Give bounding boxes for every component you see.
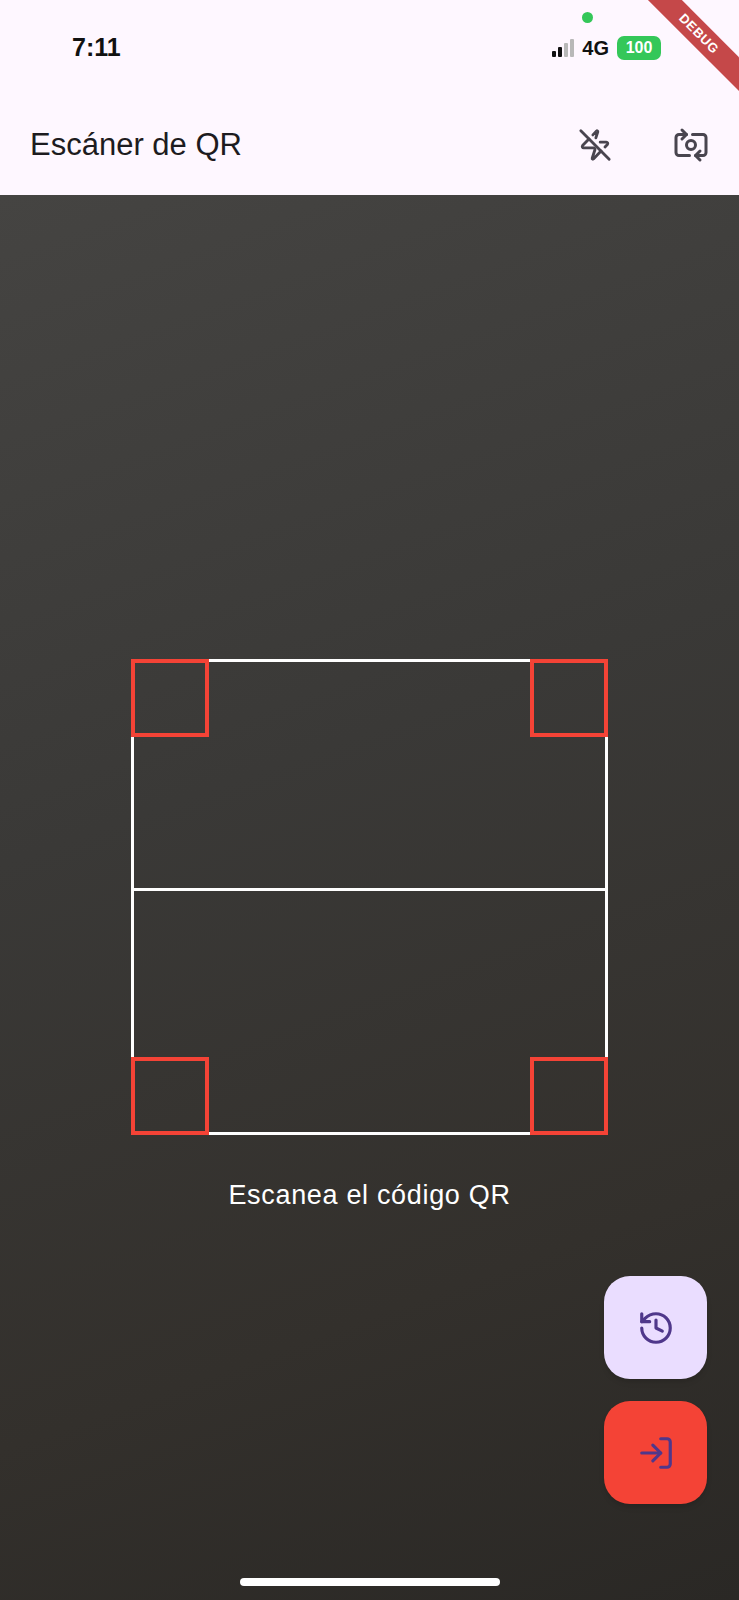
qr-scanner-screen: 7:11 4G 100 Escáner de QR Escanea el código …: [0, 0, 739, 1600]
camera-indicator: [582, 12, 593, 23]
status-time: 7:11: [72, 29, 121, 67]
switch-camera-button[interactable]: [667, 121, 715, 169]
exit-icon: [637, 1434, 675, 1472]
scan-line: [134, 888, 605, 891]
flash-button[interactable]: [571, 121, 619, 169]
home-indicator: [240, 1578, 500, 1586]
network-label: 4G: [582, 33, 609, 63]
history-button[interactable]: [604, 1276, 707, 1379]
scan-corner: [131, 659, 209, 737]
app-bar-title: Escáner de QR: [30, 122, 242, 169]
battery-icon: 100: [617, 36, 661, 60]
app-bar: Escáner de QR: [0, 95, 739, 195]
scan-hint: Escanea el código QR: [228, 1175, 510, 1216]
switch-camera-icon: [673, 127, 709, 163]
scan-frame: [131, 659, 608, 1135]
status-bar: 7:11 4G 100: [0, 0, 739, 95]
exit-button[interactable]: [604, 1401, 707, 1504]
scan-corner: [131, 1057, 209, 1135]
history-icon: [637, 1309, 675, 1347]
scan-corner: [530, 659, 608, 737]
scan-corner: [530, 1057, 608, 1135]
flash-off-icon: [578, 128, 612, 162]
signal-icon: [552, 39, 574, 57]
camera-preview: Escanea el código QR: [0, 195, 739, 1600]
